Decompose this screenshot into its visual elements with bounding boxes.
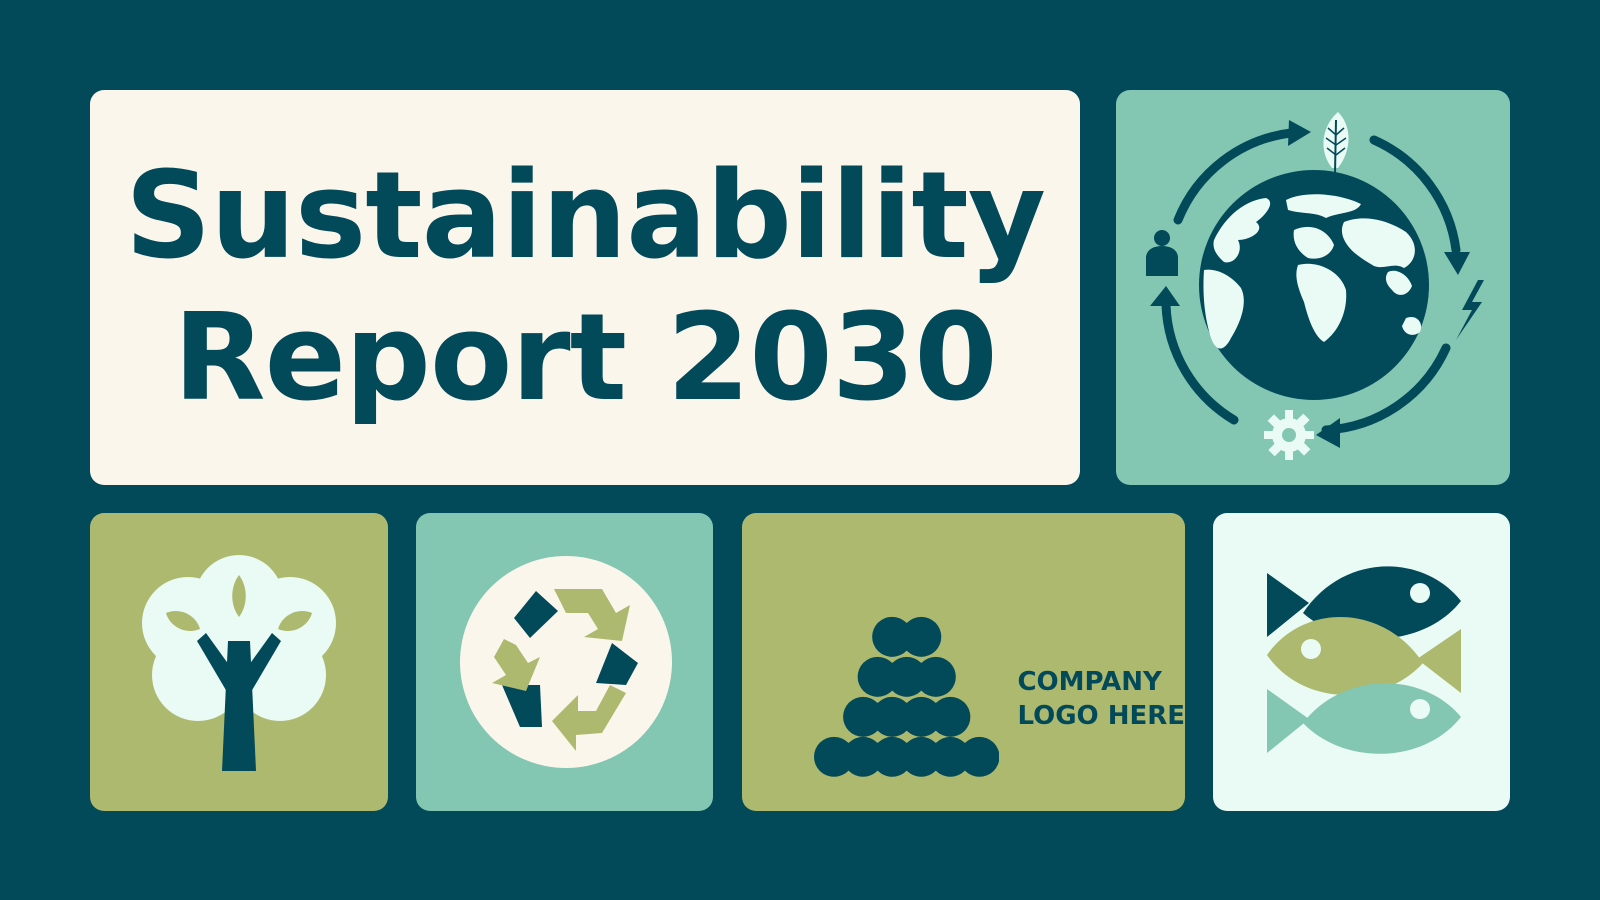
title-line-2: Report 2030 (173, 288, 997, 428)
gear-icon (1264, 410, 1314, 460)
stacked-circles-logo-icon (814, 616, 1000, 777)
fish-card (1213, 513, 1510, 811)
fish-middle (1267, 616, 1461, 696)
recycle-card (416, 513, 713, 811)
logo-line-1: COMPANY (1017, 666, 1162, 697)
globe-icon (1199, 170, 1429, 400)
tree-icon (142, 555, 336, 771)
company-logo: COMPANY LOGO HERE (814, 615, 1185, 782)
tree-card (90, 513, 388, 811)
lightning-icon (1456, 280, 1484, 340)
globe-cycle-icon (1146, 112, 1484, 460)
page-title: Sustainability Report 2030 (124, 146, 1046, 430)
leaf-icon (1323, 112, 1349, 175)
title-line-1: Sustainability (124, 146, 1046, 286)
logo-line-2: LOGO HERE (1017, 700, 1185, 731)
person-icon (1146, 230, 1178, 276)
globe-card (1116, 90, 1510, 485)
fish-icon (1267, 566, 1461, 754)
fish-bottom (1267, 683, 1461, 754)
company-logo-card: COMPANY LOGO HERE (742, 513, 1185, 811)
company-logo-text: COMPANY LOGO HERE (1017, 665, 1185, 733)
title-card: Sustainability Report 2030 (90, 90, 1080, 485)
recycle-icon (460, 556, 672, 768)
